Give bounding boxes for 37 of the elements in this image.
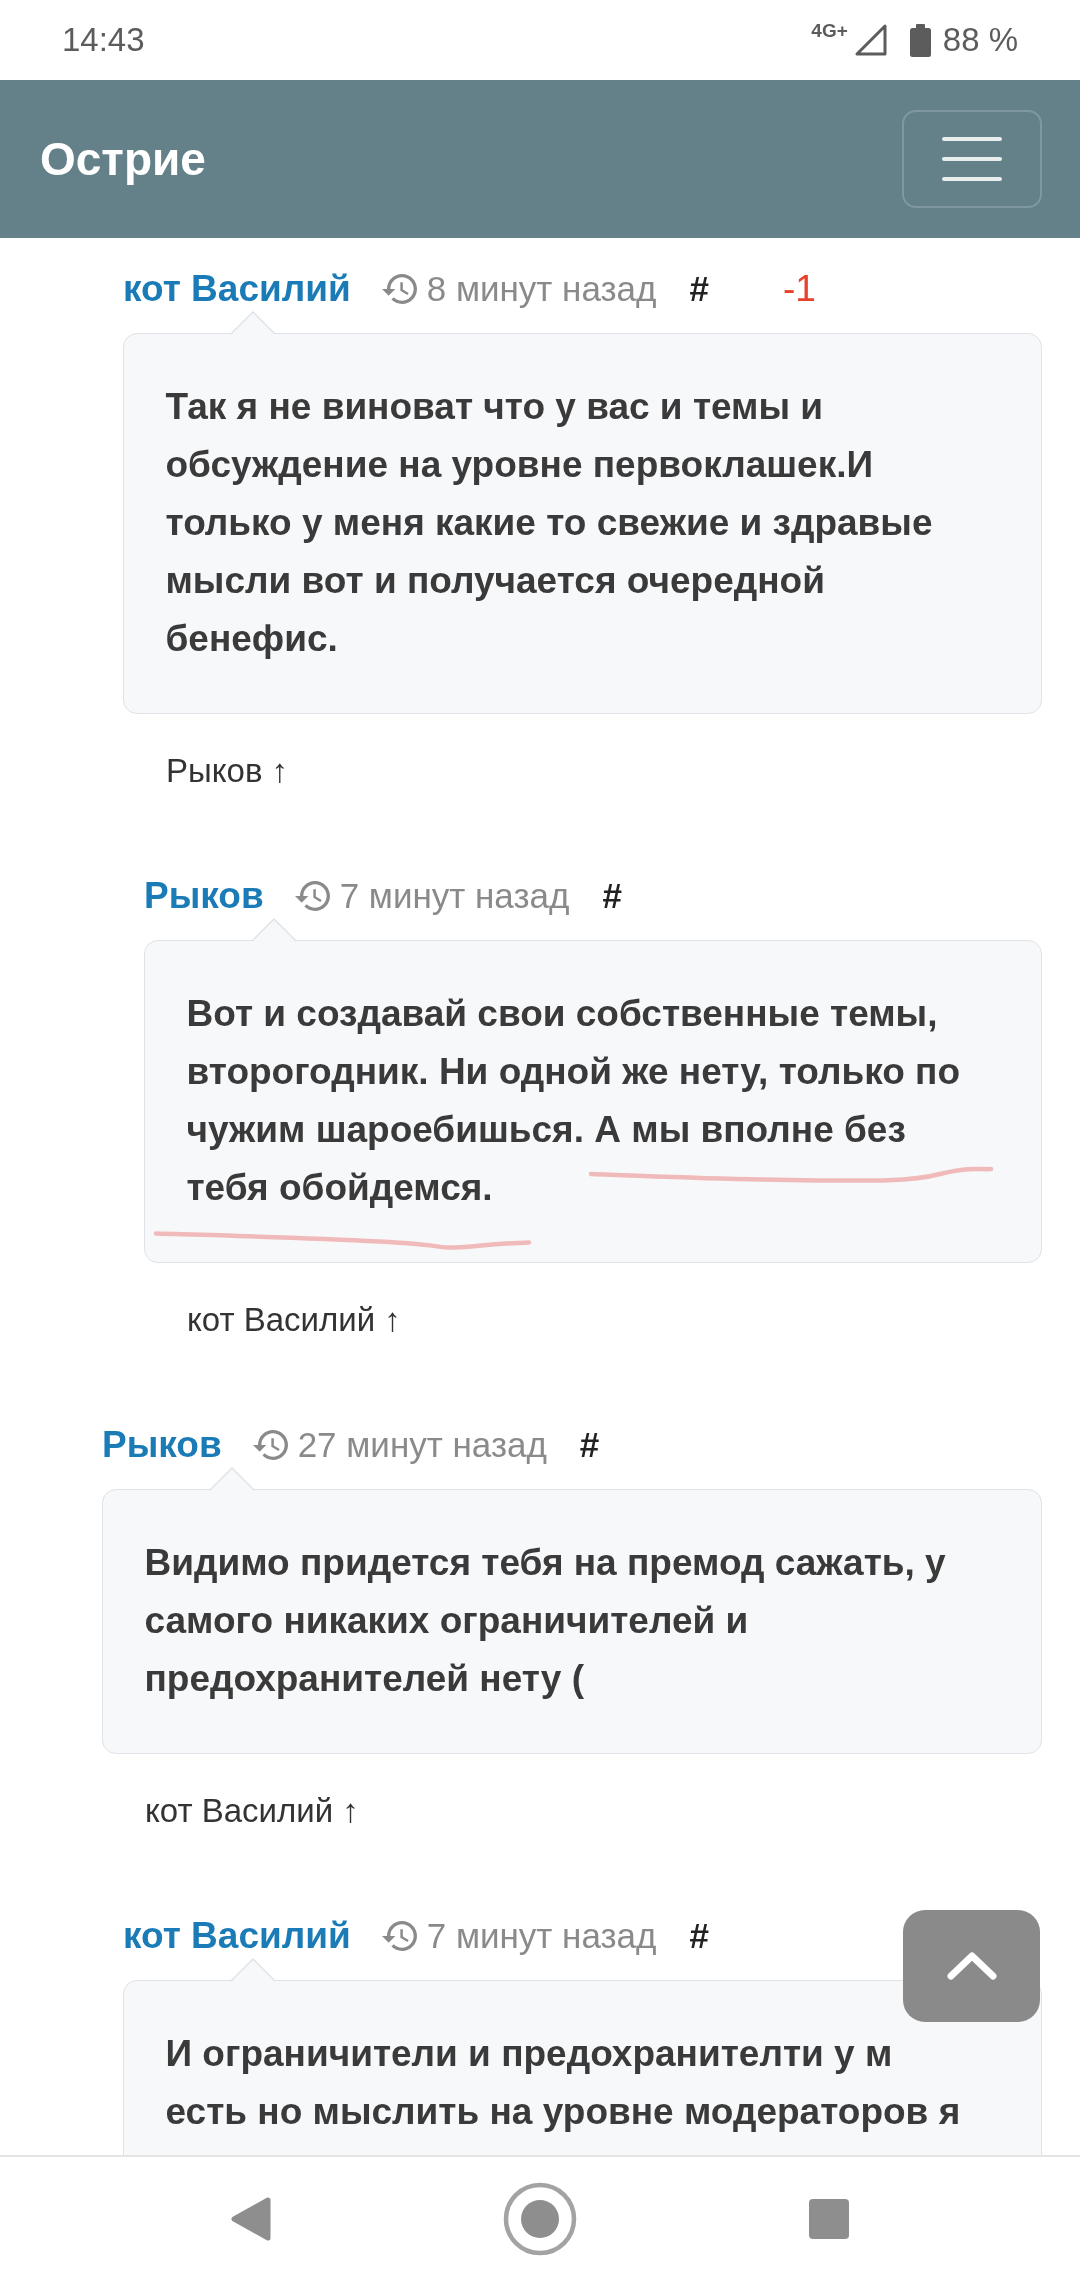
battery-icon (909, 23, 931, 57)
home-icon[interactable] (503, 2181, 577, 2256)
comment-permalink[interactable]: # (579, 1425, 600, 1465)
comment-text: И ограничители и предохранителти у м есть но мыслить на уровне модераторов я (165, 2032, 962, 2134)
back-icon[interactable] (231, 2196, 271, 2241)
recent-apps-icon[interactable] (809, 2198, 849, 2239)
history-icon (381, 1921, 417, 1951)
battery-percent: 88 % (942, 21, 1018, 59)
parent-comment-link[interactable]: кот Василий ↑ (187, 1300, 401, 1340)
parent-comment-link[interactable]: кот Василий ↑ (145, 1791, 359, 1831)
comment-permalink[interactable]: # (602, 876, 622, 916)
network-type: 4G+ (811, 20, 848, 42)
comment-time[interactable]: 27 минут назад (297, 1425, 547, 1465)
scroll-to-top-button[interactable] (903, 1910, 1040, 2022)
comment-text: Так я не виноват что у вас и темы и обсуждение на уровне первоклашек.И только у меня какие то свежие и здравые мысли вот и получается очередной бенефис. (165, 385, 934, 661)
status-time: 14:43 (62, 21, 145, 59)
comment-author[interactable]: кот Василий (123, 268, 351, 310)
comment-time[interactable]: 7 минут назад (426, 1916, 657, 1956)
parent-comment-link[interactable]: Рыков ↑ (166, 751, 289, 791)
history-icon (294, 881, 330, 911)
comment-author[interactable]: кот Василий (123, 1915, 351, 1957)
comment-time[interactable]: 7 минут назад (339, 876, 570, 916)
comment-text: Вот и создавай свои собственные темы, второгодник. Ни одной же нету, только по чужим шароебишься. А мы вполне без тебя обойдемся. (186, 992, 962, 1210)
chevron-up-icon (946, 1952, 997, 1980)
comment-time[interactable]: 8 минут назад (426, 269, 657, 309)
comment-permalink[interactable]: # (689, 269, 709, 309)
comment-score: -1 (782, 268, 816, 310)
comment-text: Видимо придется тебя на премод сажать, у самого никаких ограничителей и предохранителей нету ( (144, 1541, 947, 1701)
menu-icon (942, 137, 1002, 181)
menu-button[interactable] (902, 110, 1042, 208)
comment-author[interactable]: Рыков (102, 1424, 222, 1466)
site-title[interactable]: Острие (40, 132, 206, 186)
comment-author[interactable]: Рыков (144, 875, 264, 917)
comment-permalink[interactable]: # (689, 1916, 709, 1956)
history-icon (381, 274, 417, 304)
history-icon (252, 1430, 288, 1460)
signal-icon (854, 24, 887, 56)
